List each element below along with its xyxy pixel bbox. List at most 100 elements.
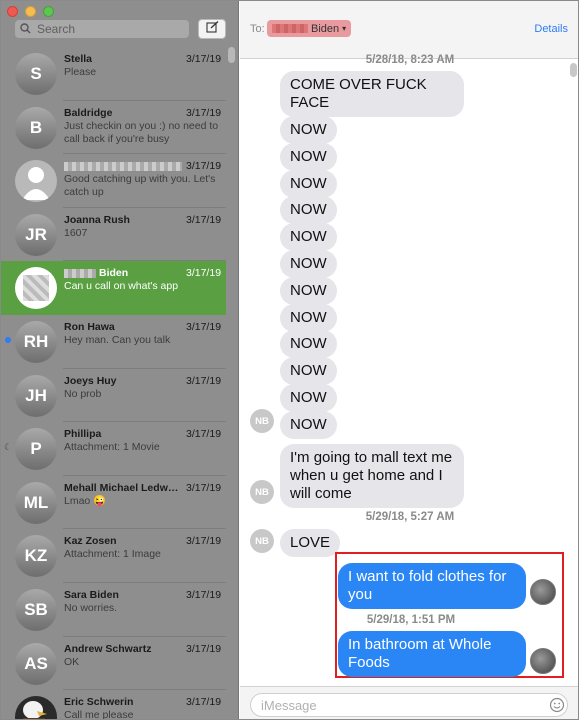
conversation-row[interactable]: B Baldridge 3/17/19 Just checkin on you :) … [1,101,226,155]
conversation-date: 3/17/19 [186,53,222,65]
avatar: RH [15,320,57,363]
sender-avatar: NB [250,529,274,553]
timestamp: 5/28/18, 8:23 AM [365,54,455,66]
message-bubble: NOW [280,303,337,332]
close-window-button[interactable] [7,6,18,17]
message-preview: Attachment: 1 Image [64,548,161,561]
conversation-row[interactable]: Biden 3/17/19 Can u call on what's app [1,261,226,315]
avatar: KZ [15,535,57,578]
contact-name: Andrew Schwartz [64,642,152,655]
conversation-date: 3/17/19 [186,696,222,709]
imessage-input[interactable] [250,693,568,717]
message-preview: Can u call on what's app [64,280,179,293]
message-preview: No worries. [64,601,118,614]
moon-icon: ☾ [4,442,13,453]
avatar: P [15,428,57,471]
search-icon [15,20,37,38]
conversation-date: 3/17/19 [186,320,222,333]
avatar: ML [15,481,57,524]
conversation-row[interactable]: AS Andrew Schwartz 3/17/19 OK [1,637,226,691]
conversation-header: To: Biden ▾ Details [240,1,578,59]
message-bubble: NOW [280,276,337,305]
search-input[interactable] [37,22,177,36]
contact-name: Biden [64,267,182,279]
message-preview: 1607 [64,226,88,239]
message-preview: Call me please [64,709,134,720]
avatar-photo [15,696,57,719]
conversation-list: S Stella 3/17/19 Please B Baldridge 3/17/19 Jus… [1,47,226,720]
conversation-row[interactable]: JH Joeys Huy 3/17/19 No prob [1,369,226,423]
message-preview: Attachment: 1 Movie [64,441,160,454]
conversation-pane: To: Biden ▾ Details 5/28/18, 8:23 AM COM… [240,1,578,719]
conversation-row[interactable]: RH Ron Hawa 3/17/19 Hey man. Can you talk [1,315,226,369]
message-preview: Good catching up with you. Let's catch u… [64,173,216,199]
unread-dot [5,336,11,343]
emoji-icon[interactable] [549,697,565,713]
contact-name: Stella [64,53,93,65]
redacted-name [272,24,308,33]
contact-name-text: Biden [99,267,129,280]
contact-name: Kaz Zosen [64,535,117,548]
my-message-bubble: I want to fold clothes for you [338,563,526,609]
conversation-date: 3/17/19 [186,588,222,601]
details-button[interactable]: Details [534,23,568,35]
my-avatar [530,648,556,674]
conversation-row[interactable]: SB Sara Biden 3/17/19 No worries. [1,583,226,637]
messages-window: SStella3/17/19PleaseBBaldridge3/17/19Jus… [0,0,579,720]
contact-name: Joeys Huy [64,374,117,387]
message-preview: Hey man. Can you talk [64,333,171,346]
redacted-name [64,269,96,279]
redacted-name [64,161,182,171]
search-box[interactable] [15,20,189,38]
conversation-date: 3/17/19 [186,642,222,655]
avatar: JR [15,213,57,256]
conversation-date: 3/17/19 [186,213,222,226]
avatar: SB [15,588,57,631]
message-preview: Just checkin on you :) no need to call b… [64,119,219,145]
conversation-row[interactable]: 3/17/19 Good catching up with you. Let's … [1,154,226,208]
message-bubble: NOW [280,196,337,225]
contact-name: Baldridge [64,106,113,119]
my-avatar [530,579,556,605]
compose-icon [205,20,219,38]
message-preview: Lmao 😜 [64,494,107,507]
conversation-date: 3/17/19 [186,267,222,280]
contact-name: Sara Biden [64,588,119,601]
conversation-row[interactable]: ML Mehall Michael Ledw… 3/17/19 Lmao 😜 [1,476,226,530]
message-bubble: NOW [280,330,337,359]
message-preview: No prob [64,387,102,400]
minimize-window-button[interactable] [25,6,36,17]
contact-name: Eric Schwerin [64,696,134,709]
zoom-window-button[interactable] [43,6,54,17]
sender-avatar: NB [250,480,274,504]
contact-name: Phillipa [64,428,102,441]
conversation-row[interactable]: KZ Kaz Zosen 3/17/19 Attachment: 1 Image [1,529,226,583]
conversation-date: 3/17/19 [186,374,222,387]
avatar: JH [15,374,57,417]
conversation-row[interactable]: S Stella 3/17/19 Please [1,47,226,101]
sidebar: SStella3/17/19PleaseBBaldridge3/17/19Jus… [1,1,239,720]
message-bubble: NOW [280,250,337,278]
conversation-row[interactable]: JR Joanna Rush 3/17/19 1607 [1,208,226,262]
message-bubble: LOVE [280,529,341,557]
recipient-name: Biden [311,22,340,35]
conversation-row[interactable]: Eric Schwerin 3/17/19 Call me please [1,690,226,720]
timestamp: 5/29/18, 1:51 PM [366,614,456,626]
recipient-token[interactable]: Biden ▾ [267,20,352,37]
contact-name: Mehall Michael Ledw… [64,481,179,494]
avatar: AS [15,642,57,685]
message-bubble: NOW [280,223,337,252]
avatar: B [15,106,57,149]
conversation-row[interactable]: ☾ P Phillipa 3/17/19 Attachment: 1 Movie [1,422,226,476]
timestamp: 5/29/18, 5:27 AM [365,511,455,523]
compose-button[interactable] [198,19,226,39]
contact-name: Ron Hawa [64,320,115,333]
message-preview: OK [64,655,80,668]
conversation-date: 3/17/19 [186,106,222,119]
message-preview: Please [64,66,97,78]
message-bubble: NOW [280,116,337,144]
sidebar-scrollbar[interactable] [228,47,235,63]
message-bubble: COME OVER FUCK FACE [280,71,464,117]
conversation-date: 3/17/19 [186,160,222,173]
avatar-photo [15,267,57,310]
